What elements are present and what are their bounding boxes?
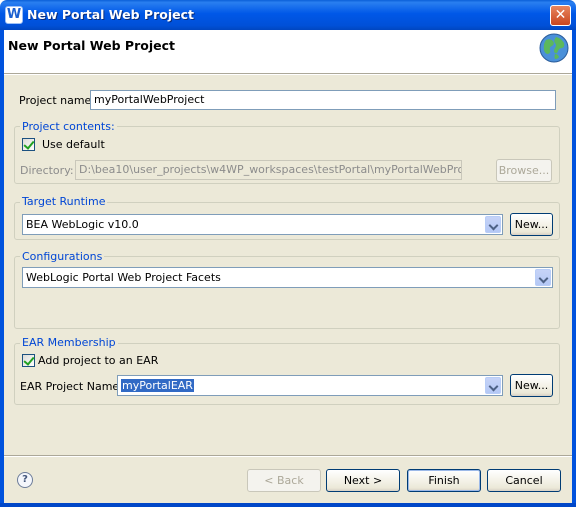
configurations-dropdown[interactable]: WebLogic Portal Web Project Facets (22, 267, 553, 288)
chevron-down-icon[interactable] (535, 269, 551, 286)
back-button: < Back (247, 469, 321, 492)
app-icon: W (5, 6, 23, 24)
window-title: New Portal Web Project (27, 7, 194, 22)
target-runtime-value: BEA WebLogic v10.0 (26, 218, 139, 231)
ear-project-name-value[interactable]: myPortalEAR (121, 379, 194, 392)
runtime-new-button[interactable]: New... (510, 213, 553, 236)
directory-label: Directory: (20, 164, 74, 177)
finish-button[interactable]: Finish (407, 469, 481, 492)
configurations-value: WebLogic Portal Web Project Facets (26, 271, 221, 284)
next-button[interactable]: Next > (326, 469, 400, 492)
use-default-label: Use default (42, 138, 105, 151)
ear-membership-title: EAR Membership (20, 336, 118, 349)
project-contents-title: Project contents: (20, 120, 117, 133)
wizard-header: New Portal Web Project (4, 30, 572, 74)
cancel-button[interactable]: Cancel (487, 469, 561, 492)
add-to-ear-label: Add project to an EAR (38, 354, 159, 367)
help-icon[interactable]: ? (17, 472, 33, 488)
chevron-down-icon[interactable] (485, 377, 501, 394)
ear-project-name-label: EAR Project Name: (20, 380, 123, 393)
chevron-down-icon[interactable] (485, 216, 501, 233)
use-default-checkbox[interactable] (22, 138, 35, 151)
window-frame-right (572, 30, 576, 507)
target-runtime-dropdown[interactable]: BEA WebLogic v10.0 (22, 214, 503, 235)
browse-button: Browse... (496, 159, 552, 182)
wizard-title: New Portal Web Project (8, 38, 175, 53)
close-button[interactable]: ✕ (550, 5, 571, 26)
add-to-ear-checkbox[interactable] (22, 354, 35, 367)
title-bar: W New Portal Web Project ✕ (0, 0, 576, 30)
wizard-content: Project name: myPortalWebProject Project… (4, 75, 572, 503)
window-frame-bottom (0, 503, 576, 507)
globe-icon (539, 33, 569, 63)
ear-new-button[interactable]: New... (510, 374, 553, 397)
ear-project-name-dropdown[interactable]: myPortalEAR (117, 375, 503, 396)
configurations-title: Configurations (20, 250, 105, 263)
project-name-label: Project name: (19, 94, 96, 107)
directory-input: D:\bea10\user_projects\w4WP_workspaces\t… (75, 160, 462, 180)
project-name-input[interactable]: myPortalWebProject (90, 90, 556, 110)
target-runtime-title: Target Runtime (20, 195, 108, 208)
footer-separator (4, 455, 572, 457)
